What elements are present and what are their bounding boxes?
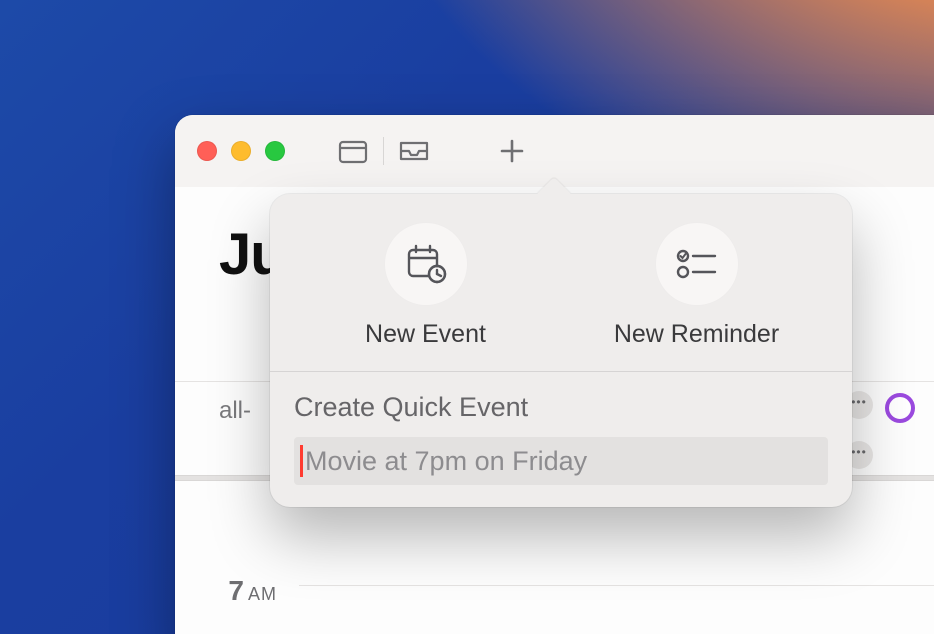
new-event-circle [384,222,468,306]
quick-event-input[interactable]: Movie at 7pm on Friday [294,437,828,485]
hour-row: 7AM [175,575,934,607]
show-calendars-button[interactable] [329,131,377,171]
hour-label: 7AM [175,575,299,607]
inbox-button[interactable] [390,131,438,171]
inbox-icon [398,139,430,163]
hour-number: 7 [228,575,244,606]
add-button[interactable] [488,131,536,171]
window-controls [197,141,285,161]
quick-event-placeholder: Movie at 7pm on Friday [305,446,587,477]
add-popover: New Event New Reminder Create Quick Even… [270,194,852,507]
new-event-label: New Event [365,320,486,349]
plus-icon [499,138,525,164]
new-reminder-circle [655,222,739,306]
calendar-clock-icon [405,244,447,284]
quick-event-title: Create Quick Event [294,392,828,423]
zoom-window-button[interactable] [265,141,285,161]
text-cursor [300,445,303,477]
all-day-event[interactable] [885,393,915,423]
new-reminder-label: New Reminder [614,320,779,349]
minimize-window-button[interactable] [231,141,251,161]
new-reminder-button[interactable]: New Reminder [561,222,832,349]
toolbar-divider [383,137,384,165]
add-popover-choices: New Event New Reminder [270,194,852,372]
reminders-list-icon [675,247,719,281]
quick-event-section: Create Quick Event Movie at 7pm on Frida… [270,372,852,485]
calendar-icon [338,138,368,164]
window-toolbar [175,115,934,187]
new-event-button[interactable]: New Event [290,222,561,349]
hour-gridline [299,585,934,586]
hour-ampm: AM [248,584,277,604]
close-window-button[interactable] [197,141,217,161]
